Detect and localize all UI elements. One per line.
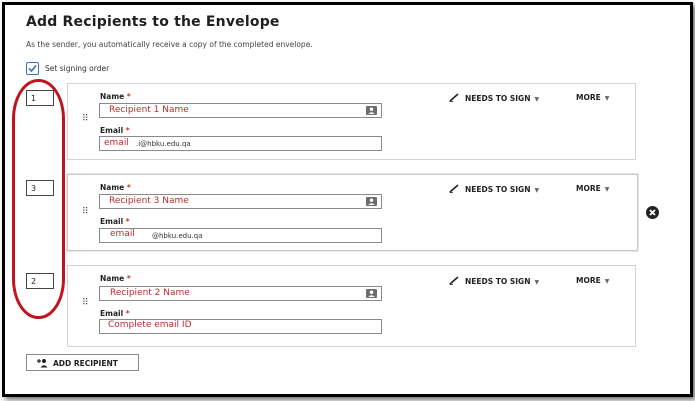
email-field[interactable]: email @hbku.edu.qa xyxy=(99,228,382,243)
annotation-oval xyxy=(12,79,65,319)
email-field[interactable]: email .i@hbku.edu.qa xyxy=(99,136,382,151)
needs-to-sign-dropdown[interactable]: NEEDS TO SIGN ▼ xyxy=(449,93,539,103)
pen-icon xyxy=(449,276,459,285)
drag-handle-icon[interactable]: ⠿ xyxy=(82,208,90,220)
more-dropdown[interactable]: MORE ▼ xyxy=(576,93,609,102)
email-label: Email * xyxy=(100,309,130,318)
drag-handle-icon[interactable]: ⠿ xyxy=(82,115,90,127)
email-field[interactable]: Complete email ID xyxy=(99,319,382,334)
page-subtitle: As the sender, you automatically receive… xyxy=(26,40,313,49)
email-label: Email * xyxy=(100,217,130,226)
needs-to-sign-dropdown[interactable]: NEEDS TO SIGN ▼ xyxy=(449,184,539,194)
email-label: Email * xyxy=(100,126,130,135)
chevron-down-icon: ▼ xyxy=(604,95,610,102)
name-field[interactable]: Recipient 2 Name xyxy=(99,286,382,301)
add-recipient-button[interactable]: ADD RECIPIENT xyxy=(26,354,139,371)
more-dropdown[interactable]: MORE ▼ xyxy=(576,184,609,193)
more-dropdown[interactable]: MORE ▼ xyxy=(576,276,609,285)
contact-card-icon[interactable] xyxy=(366,197,377,206)
name-field[interactable]: Recipient 3 Name xyxy=(99,194,382,209)
needs-to-sign-dropdown[interactable]: NEEDS TO SIGN ▼ xyxy=(449,276,539,286)
page-title: Add Recipients to the Envelope xyxy=(26,14,280,30)
drag-handle-icon[interactable]: ⠿ xyxy=(82,299,90,311)
chevron-down-icon: ▼ xyxy=(534,279,540,286)
name-label: Name * xyxy=(100,183,131,192)
pen-icon xyxy=(449,93,459,102)
signing-order-label: Set signing order xyxy=(45,64,110,73)
chevron-down-icon: ▼ xyxy=(604,278,610,285)
chevron-down-icon: ▼ xyxy=(534,187,540,194)
pen-icon xyxy=(449,184,459,193)
close-icon[interactable] xyxy=(646,206,659,219)
add-person-icon xyxy=(37,359,48,368)
chevron-down-icon: ▼ xyxy=(534,96,540,103)
recipient-card xyxy=(67,265,636,347)
check-icon xyxy=(28,64,37,73)
contact-card-icon[interactable] xyxy=(366,106,377,115)
contact-card-icon[interactable] xyxy=(366,289,377,298)
name-field[interactable]: Recipient 1 Name xyxy=(99,103,382,118)
name-label: Name * xyxy=(100,274,131,283)
chevron-down-icon: ▼ xyxy=(604,186,610,193)
signing-order-checkbox[interactable] xyxy=(26,62,39,75)
name-label: Name * xyxy=(100,92,131,101)
